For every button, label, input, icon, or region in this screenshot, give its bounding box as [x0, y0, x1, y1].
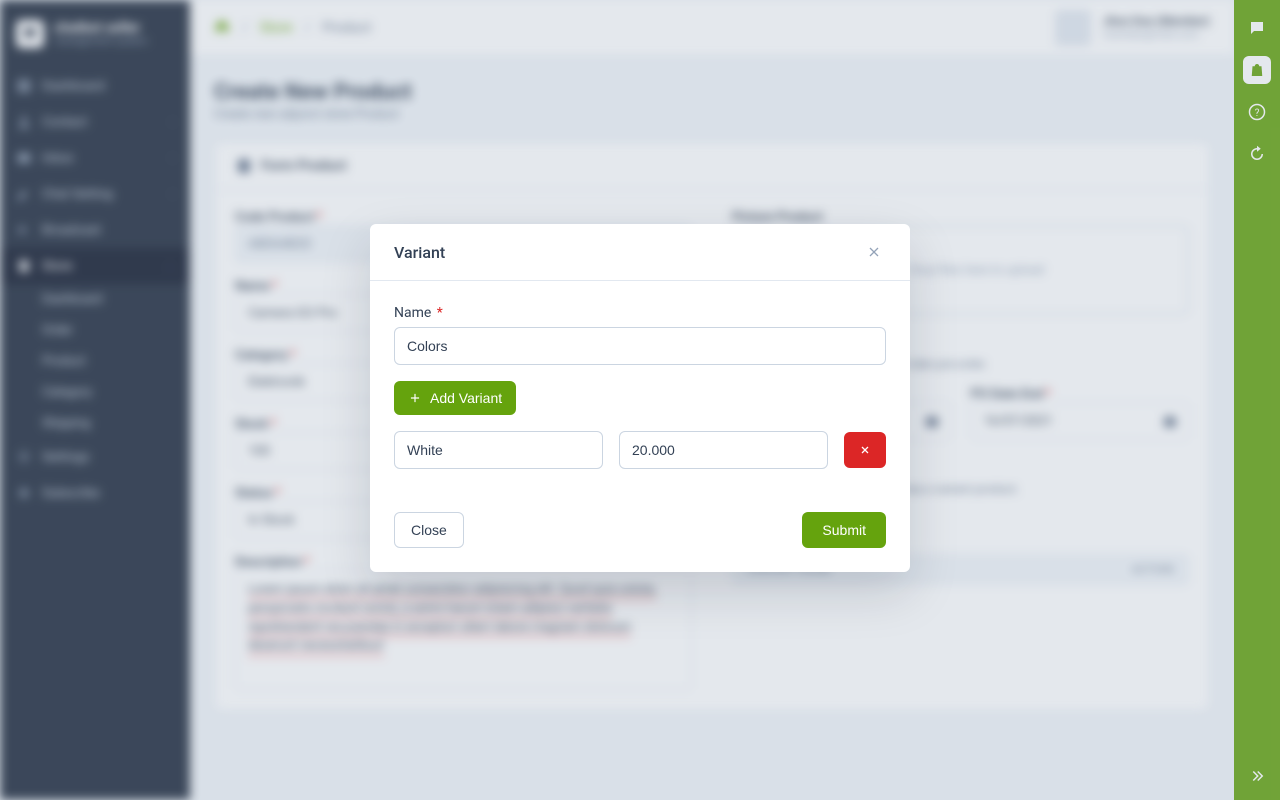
modal-close-button[interactable]: [862, 240, 886, 264]
variant-row-name-input[interactable]: [394, 431, 603, 469]
variant-row: [394, 431, 886, 469]
modal-submit-button[interactable]: Submit: [802, 512, 886, 548]
variant-modal: Variant Name * Add Variant C: [370, 224, 910, 572]
modal-overlay[interactable]: Variant Name * Add Variant C: [0, 0, 1280, 800]
required-icon: *: [437, 305, 443, 321]
close-icon: [866, 244, 882, 260]
variant-row-price-input[interactable]: [619, 431, 828, 469]
variant-name-label: Name: [394, 305, 431, 321]
close-icon: [859, 444, 871, 456]
modal-title: Variant: [394, 243, 445, 262]
plus-icon: [408, 391, 422, 405]
add-variant-row-label: Add Variant: [430, 390, 502, 406]
variant-name-input[interactable]: [394, 327, 886, 365]
add-variant-row-button[interactable]: Add Variant: [394, 381, 516, 415]
delete-variant-row-button[interactable]: [844, 432, 886, 468]
modal-close-footer-button[interactable]: Close: [394, 512, 464, 548]
